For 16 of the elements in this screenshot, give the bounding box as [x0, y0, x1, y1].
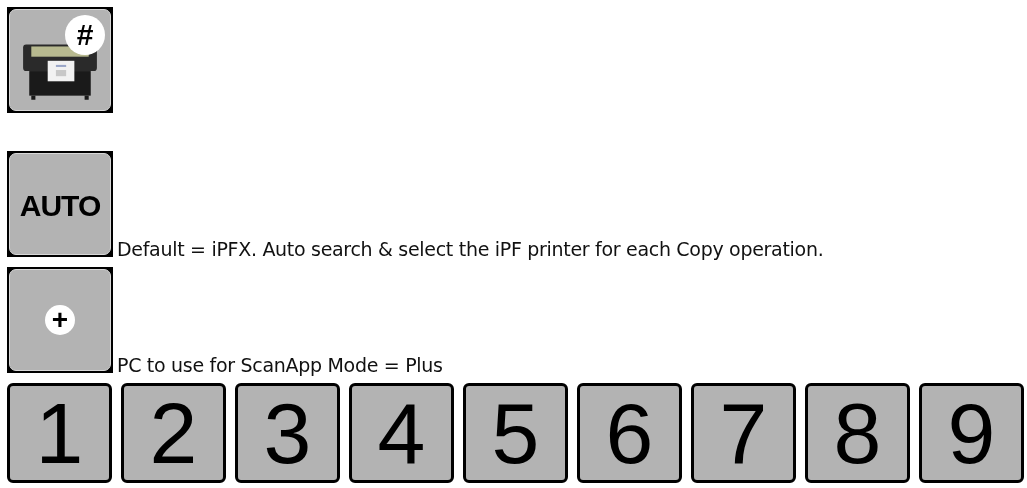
number-key[interactable]: 5 — [463, 383, 568, 483]
description-text: Default = iPFX. Auto search & select the iPF printer for each Copy operation. — [117, 240, 824, 259]
number-key[interactable]: 6 — [577, 383, 682, 483]
printer-button[interactable]: # — [7, 7, 113, 113]
auto-button[interactable]: AUTO — [7, 151, 113, 257]
plus-icon: + — [45, 305, 75, 335]
number-badge: # — [65, 15, 105, 55]
number-key[interactable]: 9 — [919, 383, 1024, 483]
number-key[interactable]: 4 — [349, 383, 454, 483]
number-key[interactable]: 2 — [121, 383, 226, 483]
number-key[interactable]: 1 — [7, 383, 112, 483]
description-text: PC to use for ScanApp Mode = Plus — [117, 356, 443, 375]
number-key[interactable]: 8 — [805, 383, 910, 483]
plus-button[interactable]: + — [7, 267, 113, 373]
number-key[interactable]: 3 — [235, 383, 340, 483]
number-key[interactable]: 7 — [691, 383, 796, 483]
